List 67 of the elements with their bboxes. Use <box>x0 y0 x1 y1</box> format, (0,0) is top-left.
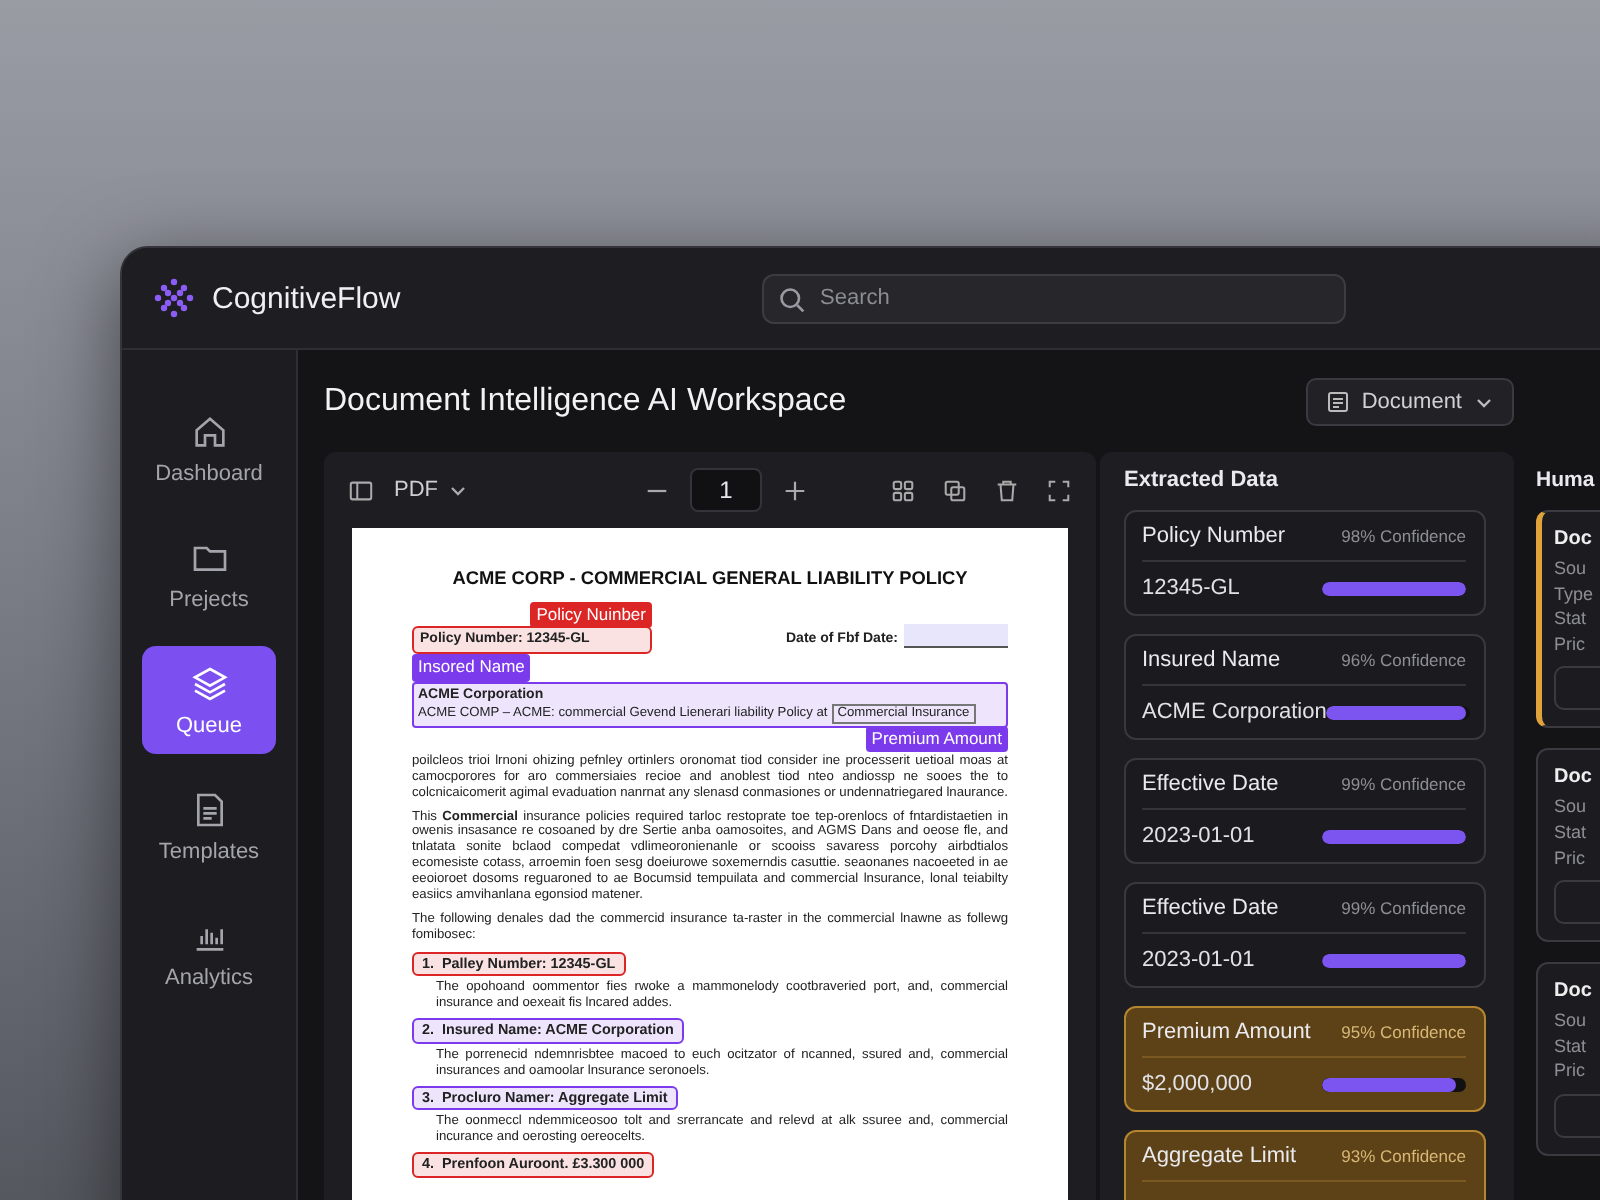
field-label: Policy Number <box>1142 524 1286 548</box>
extracted-field-card[interactable]: Policy Number 98% Confidence 12345-GL <box>1124 510 1486 616</box>
card-detail: Pric <box>1554 845 1587 871</box>
panel-title: Huma <box>1536 468 1597 492</box>
home-icon <box>189 411 229 451</box>
card-detail: Pric <box>1554 1058 1587 1084</box>
extracted-field-card[interactable]: Premium Amount 95% Confidence $2,000,000 <box>1124 1006 1486 1112</box>
review-card[interactable]: Doc Sou Stat Pric <box>1536 962 1600 1156</box>
trash-icon[interactable] <box>994 477 1020 503</box>
confidence-text: 99% Confidence <box>1341 774 1466 794</box>
panel-title: Extracted Data <box>1124 468 1281 492</box>
format-dropdown[interactable]: PDF <box>394 478 468 502</box>
layers-icon <box>189 663 229 703</box>
field-label: Aggregate Limit <box>1142 1144 1297 1168</box>
extracted-field-card[interactable]: Effective Date 99% Confidence 2023-01-01 <box>1124 758 1486 864</box>
search-icon <box>778 285 806 313</box>
sidebar-item[interactable]: Prejects <box>142 520 276 628</box>
field-value: 2023-01-01 <box>1142 824 1255 848</box>
annotation-tag: Insored Name <box>412 654 531 682</box>
extracted-field-card[interactable]: Insured Name 96% Confidence ACME Corporation <box>1124 634 1486 740</box>
workspace-title: Document Intelligence AI Workspace <box>324 383 847 419</box>
grid-icon[interactable] <box>890 477 916 503</box>
confidence-text: 93% Confidence <box>1341 1146 1466 1166</box>
card-detail: Sou <box>1554 556 1589 582</box>
confidence-text: 98% Confidence <box>1341 526 1466 546</box>
field-value: ACME Corporation <box>1142 700 1327 724</box>
document-title: ACME CORP - COMMERCIAL GENERAL LIABILITY POLICY <box>450 568 970 591</box>
card-title: Doc <box>1554 980 1594 1003</box>
field-label: Insured Name <box>1142 648 1281 672</box>
zoom-in-icon[interactable] <box>782 477 808 503</box>
card-detail: Stat <box>1554 819 1589 846</box>
sidebar-item[interactable]: Dashboard <box>142 394 276 502</box>
expand-icon[interactable] <box>1046 477 1072 503</box>
view-dropdown[interactable]: Document <box>1305 377 1514 425</box>
annotation-tag: Premium Amount <box>865 725 1008 752</box>
field-value: 2023-01-01 <box>1142 948 1255 972</box>
sidebar-item[interactable]: Analytics <box>142 898 276 1006</box>
copy-icon[interactable] <box>942 477 968 503</box>
card-detail: Pric <box>1554 631 1587 657</box>
sidebar-item[interactable]: Queue <box>142 646 276 754</box>
sidebar-toggle-icon[interactable] <box>348 477 374 503</box>
app-name: CognitiveFlow <box>212 281 401 315</box>
card-title: Doc <box>1554 766 1594 789</box>
confidence-text: 95% Confidence <box>1341 1022 1466 1042</box>
card-detail: Sou <box>1554 794 1589 820</box>
review-card[interactable]: Doc Sou Stat Pric <box>1536 748 1600 943</box>
confidence-text: 96% Confidence <box>1341 650 1466 670</box>
field-label: Effective Date <box>1142 772 1279 796</box>
card-detail: Stat <box>1554 1033 1589 1059</box>
field-label: Premium Amount <box>1142 1020 1311 1044</box>
card-detail: Type <box>1554 581 1596 607</box>
extracted-field-card[interactable]: Effective Date 99% Confidence 2023-01-01 <box>1124 882 1486 988</box>
annotation-tag: Policy Nuinber <box>530 602 652 629</box>
extracted-field-card[interactable]: Aggregate Limit 93% Confidence <box>1124 1130 1486 1200</box>
review-card[interactable]: Doc Sou Type Stat Pric <box>1536 510 1600 729</box>
confidence-text: 99% Confidence <box>1341 898 1466 918</box>
logo-icon <box>154 278 194 318</box>
list-icon <box>1325 389 1350 413</box>
card-detail: Stat <box>1554 606 1589 632</box>
search-field[interactable]: Search <box>762 273 1346 323</box>
field-value: 12345-GL <box>1142 576 1240 600</box>
field-value: $2,000,000 <box>1142 1072 1253 1096</box>
card-title: Doc <box>1554 528 1594 550</box>
field-label: Effective Date <box>1142 896 1279 920</box>
page-number-field[interactable]: 1 <box>690 468 762 512</box>
card-detail: Sou <box>1554 1008 1589 1034</box>
sidebar-item[interactable]: Templates <box>142 772 276 880</box>
